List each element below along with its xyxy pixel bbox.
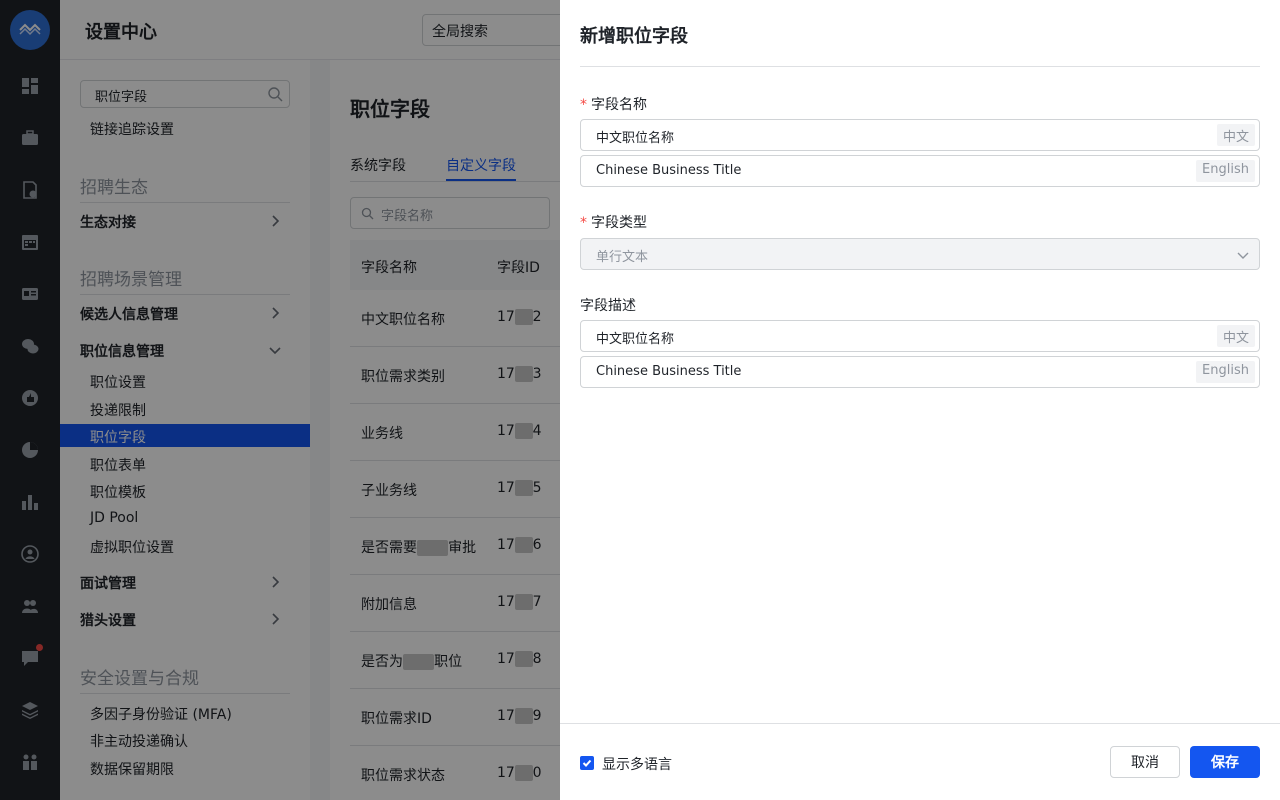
check-icon (582, 759, 592, 767)
drawer-divider (580, 66, 1260, 67)
lang-tag-en: English (1196, 361, 1255, 383)
field-type-value: 单行文本 (596, 250, 649, 265)
field-desc-label: 字段描述 (580, 298, 636, 314)
field-desc-zh-value: 中文职位名称 (596, 332, 675, 347)
required-mark: * (580, 97, 587, 113)
field-name-zh-value: 中文职位名称 (596, 131, 675, 146)
chevron-down-icon (1237, 249, 1249, 261)
field-desc-en-value: Chinese Business Title (596, 364, 742, 379)
cancel-button[interactable]: 取消 (1110, 746, 1180, 778)
required-mark: * (580, 215, 587, 231)
field-name-label: * 字段名称 (580, 94, 647, 114)
field-desc-zh-input[interactable]: 中文职位名称 中文 (580, 320, 1260, 352)
drawer-title: 新增职位字段 (580, 26, 688, 47)
show-multilang-label[interactable]: 显示多语言 (602, 754, 672, 774)
field-name-en-value: Chinese Business Title (596, 163, 742, 178)
field-desc-en-input[interactable]: Chinese Business Title English (580, 356, 1260, 388)
drawer-footer: 显示多语言 取消 保存 (560, 723, 1280, 800)
show-multilang-checkbox[interactable] (580, 756, 594, 770)
lang-tag-zh: 中文 (1216, 325, 1255, 347)
field-type-label: * 字段类型 (580, 212, 647, 232)
field-name-en-input[interactable]: Chinese Business Title English (580, 155, 1260, 187)
lang-tag-en: English (1196, 160, 1255, 182)
lang-tag-zh: 中文 (1216, 124, 1255, 146)
save-button[interactable]: 保存 (1190, 746, 1260, 778)
field-type-label-text: 字段类型 (591, 215, 647, 231)
field-type-select[interactable]: 单行文本 (580, 238, 1260, 270)
field-name-zh-input[interactable]: 中文职位名称 中文 (580, 119, 1260, 151)
add-field-drawer: 新增职位字段 * 字段名称 中文职位名称 中文 Chinese Business … (560, 0, 1280, 800)
field-name-label-text: 字段名称 (591, 97, 647, 113)
